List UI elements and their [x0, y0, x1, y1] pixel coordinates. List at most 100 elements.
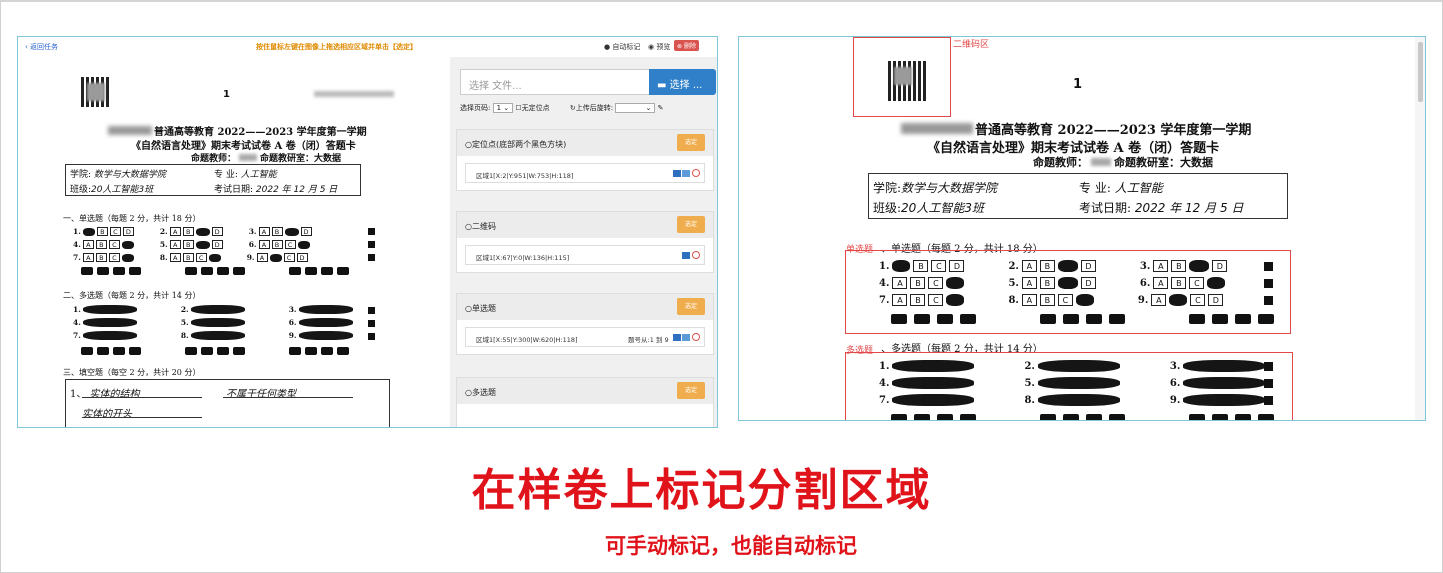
page-number: 1	[223, 89, 230, 100]
list-icon[interactable]	[681, 333, 690, 341]
page-options: 选择页码: 1 ⌄ ☐无定位点 ↻上传后旋转: ⌄ ✎	[460, 103, 715, 117]
delete-button[interactable]: ⊗ 删除	[674, 40, 699, 51]
folder-icon: ▬	[657, 80, 667, 91]
select-button[interactable]: 选定	[677, 134, 705, 151]
list-icon[interactable]	[681, 169, 690, 177]
select-button[interactable]: 选定	[677, 382, 705, 399]
anchor-mark	[368, 254, 375, 261]
sheet-title-1: 普通高等教育 2022——2023 学年度第一学期	[901, 119, 1251, 138]
qr-region-frame[interactable]	[853, 37, 951, 117]
card-header: ○定位点(底部两个黑色方块) 选定	[457, 130, 713, 156]
delete-icon[interactable]	[692, 251, 700, 259]
scroll-thumb[interactable]	[1418, 42, 1423, 102]
sheet-title-2: 《自然语言处理》期末考试试卷 A 卷（闭）答题卡	[131, 141, 356, 152]
auto-mark-button[interactable]: ● 自动标记	[604, 42, 640, 52]
timing-marks-row	[891, 314, 1274, 324]
anchor-mark	[368, 320, 375, 327]
select-button[interactable]: 选定	[677, 298, 705, 315]
delete-label: 删除	[683, 43, 696, 50]
region-text: 区域1[X:67|Y:0|W:136|H:115]	[476, 254, 570, 262]
multi-row-2: 4. 5. 6.	[879, 377, 1266, 389]
region-item: 区域1[X:2|Y:951|W:753|H:118]	[465, 163, 705, 183]
main-caption: 在样卷上标记分割区域	[471, 465, 932, 516]
class-field: 班级:20人工智能3班	[873, 201, 984, 215]
instruction-hint: 按住鼠标左键在图像上拖选相应区域并单击【选定】	[256, 43, 417, 51]
region-actions	[672, 169, 700, 177]
single-row-3: 7. A B C 8. A B C 9. A C D	[73, 253, 308, 262]
multi-row-3: 7. 8. 9.	[73, 331, 353, 340]
card-title: ○定位点(底部两个黑色方块)	[465, 140, 567, 149]
qr-code	[81, 77, 111, 107]
single-row-2: 4. A B C 5. A B D 6. A B C	[879, 277, 1226, 289]
sub-caption: 可手动标记，也能自动标记	[605, 534, 857, 558]
anchor-mark	[1264, 396, 1273, 405]
region-actions	[672, 333, 700, 341]
single-row-3: 7. A B C 8. A B C 9. A C D	[879, 294, 1224, 306]
qr-card: ○二维码 选定 区域1[X:67|Y:0|W:136|H:115]	[456, 211, 714, 273]
anchor-mark	[1264, 262, 1273, 271]
page-select[interactable]: 1 ⌄	[492, 103, 514, 113]
preview-scrollbar[interactable]	[1415, 37, 1425, 420]
single-row-1: 1. B C D 2. A B D 3. A B D	[879, 260, 1228, 272]
card-title: ○多选题	[465, 388, 496, 397]
region-actions	[681, 251, 700, 259]
fill-line	[82, 417, 202, 418]
file-input[interactable]: 选择 文件...	[460, 69, 650, 95]
select-button[interactable]: 选定	[677, 216, 705, 233]
card-header: ○单选题 选定	[457, 294, 713, 320]
region-item: 区域1[X:55|Y:300|W:620|H:118] 题号从:1 到 9	[465, 327, 705, 347]
single-row-2: 4. A B C 5. A B D 6. A B C	[73, 240, 310, 249]
date-field: 考试日期: 2022 年 12 月 5 日	[214, 185, 338, 195]
multi-choice-card: ○多选题 选定	[456, 377, 714, 427]
delete-icon[interactable]	[692, 333, 700, 341]
sheet-title-1: 普通高等教育 2022——2023 学年度第一学期	[108, 123, 367, 138]
top-toolbar: ‹ 返回任务 按住鼠标左键在图像上拖选相应区域并单击【选定】 ● 自动标记 ◉ …	[18, 37, 717, 57]
wrench-icon[interactable]: ✎	[658, 104, 664, 112]
rotate-label: 上传后旋转:	[575, 104, 614, 112]
multi-row-1: 1. 2. 3.	[73, 305, 353, 314]
preview-button[interactable]: ◉ 预览	[648, 42, 670, 52]
card-header: ○多选题 选定	[457, 378, 713, 404]
auto-mark-label: 自动标记	[612, 43, 641, 51]
timing-marks-row	[81, 267, 349, 275]
region-item: 区域1[X:67|Y:0|W:136|H:115]	[465, 245, 705, 265]
image-icon[interactable]	[681, 251, 690, 259]
blurred-id	[314, 91, 394, 97]
delete-icon[interactable]	[692, 169, 700, 177]
choose-file-button[interactable]: ▬ 选择 ...	[649, 69, 716, 95]
major-field: 专 业: 人工智能	[1079, 181, 1163, 195]
fill-line	[223, 397, 353, 398]
back-link[interactable]: ‹ 返回任务	[25, 42, 58, 52]
region-text: 区域1[X:55|Y:300|W:620|H:118]	[476, 336, 578, 344]
page-number: 1	[1073, 77, 1083, 92]
choose-label: 选择 ...	[669, 80, 703, 91]
anchor-mark	[1264, 279, 1273, 288]
timing-marks-row	[891, 414, 1274, 420]
card-title: ○单选题	[465, 304, 496, 313]
anchor-mark	[1264, 296, 1273, 305]
sheet-title-3: 命题教师： 命题教研室：大数据	[1033, 156, 1213, 169]
major-field: 专 业: 人工智能	[214, 170, 277, 180]
anchor-mark	[368, 333, 375, 340]
image-icon[interactable]	[672, 333, 681, 341]
multi-row-1: 1. 2. 3.	[879, 360, 1266, 372]
timing-marks-row	[81, 347, 349, 355]
control-panel: 选择 文件... ▬ 选择 ... 选择页码: 1 ⌄ ☐无定位点 ↻上传后旋转…	[450, 57, 717, 427]
back-label: 返回任务	[30, 43, 59, 51]
right-screenshot: 二维码区 1 普通高等教育 2022——2023 学年度第一学期 《自然语言处理…	[738, 36, 1426, 421]
no-anchor-label: 无定位点	[521, 104, 550, 112]
rotate-select[interactable]: ⌄	[615, 103, 656, 113]
card-header: ○二维码 选定	[457, 212, 713, 238]
college-field: 学院: 数学与大数据学院	[70, 170, 166, 180]
qr-region-label: 二维码区	[953, 40, 990, 50]
anchor-card: ○定位点(底部两个黑色方块) 选定 区域1[X:2|Y:951|W:753|H:…	[456, 129, 714, 191]
image-icon[interactable]	[672, 169, 681, 177]
single-choice-card: ○单选题 选定 区域1[X:55|Y:300|W:620|H:118] 题号从:…	[456, 293, 714, 355]
date-field: 考试日期: 2022 年 12 月 5 日	[1079, 201, 1244, 215]
multi-row-2: 4. 5. 6.	[73, 318, 353, 327]
fill-blank-title: 三、填空题（每空 2 分，共计 20 分）	[63, 368, 201, 377]
multi-choice-title: 二、多选题（每题 2 分，共计 14 分）	[63, 291, 201, 300]
answer-sheet-image[interactable]: 1 普通高等教育 2022——2023 学年度第一学期 《自然语言处理》期末考试…	[18, 57, 438, 427]
answer-sheet-image-marked[interactable]: 二维码区 1 普通高等教育 2022——2023 学年度第一学期 《自然语言处理…	[807, 37, 1347, 420]
single-row-1: 1. B C D 2. A B D 3. A B D	[73, 227, 312, 236]
